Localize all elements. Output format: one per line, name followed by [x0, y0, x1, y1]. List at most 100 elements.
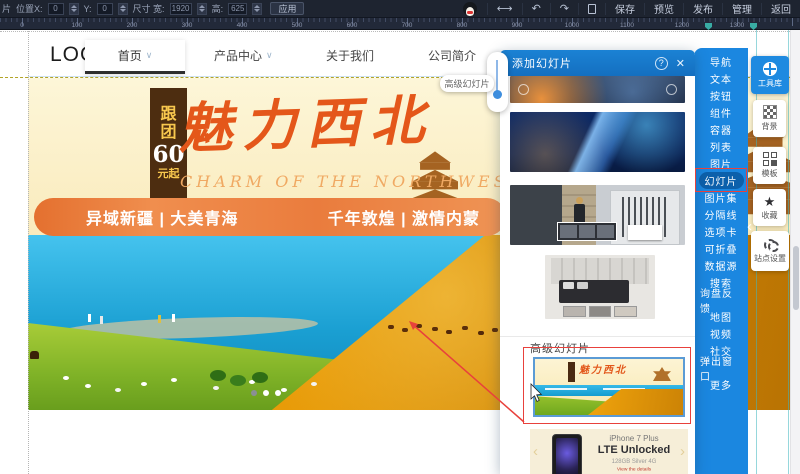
- slide-template-iphone[interactable]: ‹ iPhone 7 Plus LTE Unlocked 128GB Silve…: [530, 429, 688, 474]
- panel-header[interactable]: 添加幻灯片 ? ✕: [500, 50, 695, 76]
- ruler-label: 100: [72, 22, 83, 29]
- slide-template-bedroom[interactable]: [545, 255, 655, 319]
- favorite-button[interactable]: ★ 收藏: [753, 189, 786, 226]
- gear-icon: [764, 239, 776, 251]
- toolbox-icon: [763, 62, 777, 76]
- white-card: [628, 225, 662, 240]
- ruler-label: 1000: [565, 22, 579, 29]
- position-y-stepper[interactable]: [118, 3, 128, 15]
- toolbox-button[interactable]: 工具库: [751, 56, 789, 94]
- undo-icon[interactable]: ↶: [522, 3, 550, 15]
- sidebar-item-datasource[interactable]: 数据源: [699, 257, 744, 274]
- position-x-input[interactable]: 0: [48, 3, 64, 15]
- sidebar-item-collapse[interactable]: 可折叠: [699, 240, 744, 257]
- panel-divider: [500, 336, 695, 337]
- background-checker-icon: [763, 105, 777, 119]
- bed: [559, 280, 629, 303]
- hero-subtitle[interactable]: CHARM OF THE NORTHWEST: [180, 172, 523, 191]
- template-button[interactable]: 模板: [753, 147, 786, 184]
- ruler-guide-marker[interactable]: [750, 23, 757, 30]
- clipped-label: 片: [2, 2, 11, 15]
- sheep-flock: [63, 376, 69, 380]
- mini-price-badge: [568, 362, 575, 382]
- iphone-model: iPhone 7 Plus: [588, 434, 680, 443]
- next-arrow-icon[interactable]: ›: [680, 443, 685, 460]
- back-button[interactable]: 返回: [761, 3, 800, 15]
- sidebar-item-image[interactable]: 图片: [704, 155, 738, 172]
- sidebar-collapse-icon[interactable]: ‹: [747, 218, 752, 235]
- size-width-input[interactable]: 1920: [170, 3, 192, 15]
- tool-label: 模板: [762, 168, 778, 179]
- ruler-label: 800: [457, 22, 468, 29]
- sidebar-item-popup[interactable]: 弹出窗口: [694, 359, 748, 376]
- nav-item-about[interactable]: 关于我们: [326, 47, 374, 64]
- pagination-dot[interactable]: [263, 390, 269, 396]
- advanced-slideshow-tooltip: 高级幻灯片: [440, 75, 494, 92]
- sidebar-item-slideshow[interactable]: 幻灯片: [699, 172, 744, 189]
- iphone-spec: 128GB Silver 4G: [595, 459, 673, 465]
- badge-text: 跟团: [160, 106, 178, 142]
- slide-template-night-cathedral[interactable]: [510, 76, 685, 103]
- sidebar-item-divider[interactable]: 分隔线: [699, 206, 744, 223]
- sidebar-item-component[interactable]: 组件: [704, 104, 738, 121]
- add-slide-panel: 添加幻灯片 ? ✕ 高级幻灯片 魅力西北: [500, 50, 695, 474]
- sidebar-item-more[interactable]: 更多: [704, 376, 738, 393]
- ribbon-text-right: 千年敦煌 | 激情内蒙: [328, 205, 480, 229]
- canvas-resize-icon[interactable]: ⟷: [487, 3, 522, 15]
- close-icon[interactable]: ✕: [676, 57, 685, 70]
- position-x-stepper[interactable]: [69, 3, 79, 15]
- hero-title[interactable]: 魅力西北: [177, 78, 436, 163]
- ruler-label: 400: [237, 22, 248, 29]
- chevron-down-icon: ∨: [146, 50, 153, 61]
- nav-item-products[interactable]: 产品中心 ∨: [214, 47, 273, 64]
- sidebar-item-container[interactable]: 容器: [704, 121, 738, 138]
- advanced-slideshow-thumbnail[interactable]: 魅力西北: [533, 357, 685, 417]
- nav-item-company[interactable]: 公司简介: [428, 47, 476, 64]
- ribbon-banner[interactable]: 异域新疆 | 大美青海 千年敦煌 | 激情内蒙: [34, 198, 506, 236]
- sidebar-item-inquiry[interactable]: 询盘反馈: [694, 291, 748, 308]
- sidebar-item-map[interactable]: 地图: [704, 308, 738, 325]
- preview-button[interactable]: 预览: [644, 3, 683, 15]
- sidebar-item-video[interactable]: 视频: [704, 325, 738, 342]
- refresh-icon[interactable]: [666, 84, 677, 95]
- page-icon[interactable]: [578, 3, 605, 15]
- nav-item-home[interactable]: 首页 ∨: [85, 40, 185, 74]
- site-settings-button[interactable]: 站点设置: [751, 231, 789, 271]
- size-height-input[interactable]: 625: [228, 3, 247, 15]
- help-icon[interactable]: ?: [655, 57, 668, 70]
- save-button[interactable]: 保存: [605, 3, 644, 15]
- scrollbar-thumb[interactable]: [793, 246, 799, 310]
- position-y-input[interactable]: 0: [97, 3, 113, 15]
- manage-button[interactable]: 管理: [722, 3, 761, 15]
- pagination-dot[interactable]: [251, 390, 257, 396]
- mini-title: 魅力西北: [579, 361, 627, 376]
- ruler-guide-marker[interactable]: [705, 23, 712, 30]
- sidebar-item-button[interactable]: 按钮: [704, 87, 738, 104]
- sidebar-item-nav[interactable]: 导航: [704, 53, 738, 70]
- slideshow-pagination[interactable]: [251, 390, 281, 396]
- slide-template-night-river-city[interactable]: [510, 112, 685, 172]
- size-width-label: 尺寸 宽:: [133, 2, 165, 15]
- sidebar-item-text[interactable]: 文本: [704, 70, 738, 87]
- prev-arrow-icon[interactable]: ‹: [533, 443, 538, 460]
- background-button[interactable]: 背景: [753, 100, 786, 137]
- component-sidebar: 导航 文本 按钮 组件 容器 列表 图片 幻灯片 图片集 分隔线 选项卡 可折叠…: [694, 48, 748, 474]
- size-width-stepper[interactable]: [197, 3, 207, 15]
- sidebar-item-list[interactable]: 列表: [704, 138, 738, 155]
- sidebar-item-tabs[interactable]: 选项卡: [699, 223, 744, 240]
- pagination-dot[interactable]: [275, 390, 281, 396]
- apply-button[interactable]: 应用: [270, 2, 304, 15]
- iphone-image: [552, 434, 582, 474]
- ruler-label: 1300: [730, 22, 744, 29]
- redo-icon[interactable]: ↷: [550, 3, 578, 15]
- sidebar-item-gallery[interactable]: 图片集: [699, 189, 744, 206]
- size-height-stepper[interactable]: [252, 3, 262, 15]
- horse: [30, 351, 39, 359]
- user-avatar[interactable]: [463, 2, 477, 16]
- refresh-icon[interactable]: [518, 84, 529, 95]
- ruler-label: 900: [512, 22, 523, 29]
- drag-dot[interactable]: [493, 90, 502, 99]
- ruler-label: 1100: [620, 22, 634, 29]
- slide-template-boutique-storefront[interactable]: [510, 185, 685, 245]
- publish-button[interactable]: 发布: [683, 3, 722, 15]
